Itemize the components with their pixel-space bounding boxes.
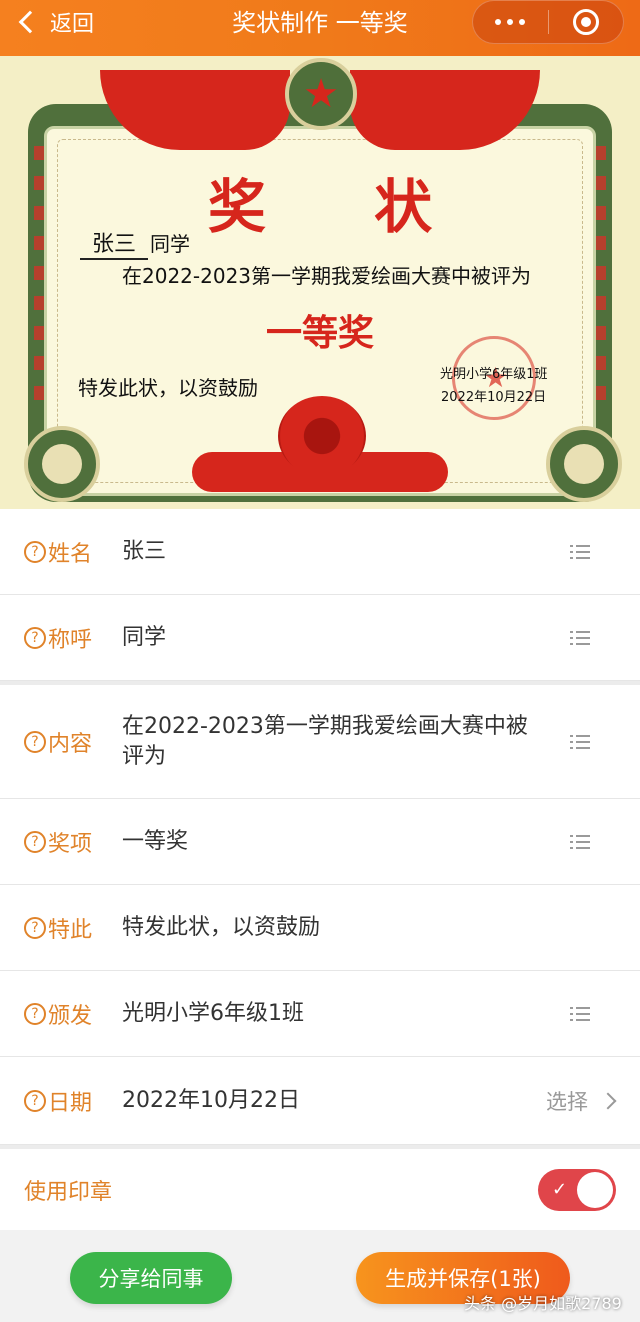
question-circle-icon[interactable]: ? (24, 1002, 46, 1025)
content-label-text: 内容 (48, 731, 93, 757)
target-circle-icon (572, 9, 599, 35)
name-label: ? 姓名 (24, 536, 92, 568)
star-emblem-icon: ★ (285, 58, 357, 130)
certificate-award: 一等奖 (265, 312, 374, 354)
special-label: ? 特此 (24, 912, 92, 944)
date-select-button[interactable]: 选择 (546, 1086, 617, 1116)
question-circle-icon[interactable]: ? (24, 1089, 46, 1112)
list-icon[interactable] (570, 1006, 590, 1021)
form-row-content[interactable]: ? 内容 在2022-2023第一学期我爱绘画大赛中被评为 (0, 681, 640, 799)
nav-header: 返回 奖状制作 一等奖 (0, 0, 640, 56)
form-row-award[interactable]: ? 奖项 一等奖 (0, 799, 640, 885)
question-circle-icon[interactable]: ? (24, 626, 46, 649)
certificate-encourage: 特发此状，以资鼓励 (78, 376, 258, 400)
toggle-knob (577, 1171, 613, 1208)
form-row-address[interactable]: ? 称呼 同学 (0, 595, 640, 681)
check-icon: ✓ (552, 1178, 568, 1200)
issuer-field[interactable]: 光明小学6年级1班 (122, 999, 540, 1029)
award-field[interactable]: 一等奖 (122, 827, 540, 857)
list-icon[interactable] (570, 834, 590, 849)
certificate-preview: ★ 奖 状 张三 同学 在2022-2023第一学期我爱绘画大赛中被评为 一等奖… (0, 56, 640, 509)
seal-toggle[interactable]: ✓ (538, 1168, 616, 1211)
more-dots-icon[interactable] (473, 19, 548, 25)
certificate-issuer: 光明小学6年级1班 (440, 367, 548, 382)
certificate-date: 2022年10月22日 (441, 390, 547, 405)
content-field[interactable]: 在2022-2023第一学期我爱绘画大赛中被评为 (122, 712, 540, 772)
issuer-label: ? 颁发 (24, 998, 92, 1030)
form-row-date[interactable]: ? 日期 2022年10月22日 选择 (0, 1057, 640, 1145)
question-circle-icon[interactable]: ? (24, 540, 46, 563)
certificate-content: 在2022-2023第一学期我爱绘画大赛中被评为 (122, 264, 532, 288)
list-icon[interactable] (570, 734, 590, 749)
name-field[interactable]: 张三 (122, 537, 540, 567)
name-label-text: 姓名 (48, 541, 93, 567)
address-label-text: 称呼 (48, 627, 93, 653)
address-label: ? 称呼 (24, 622, 92, 654)
special-field[interactable]: 特发此状，以资鼓励 (122, 913, 540, 943)
right-corner-medal (546, 426, 622, 502)
special-label-text: 特此 (48, 917, 93, 943)
mini-program-capsule (472, 0, 624, 44)
form-row-seal: 使用印章 ✓ (0, 1145, 640, 1231)
certificate-name: 张三 (80, 226, 148, 260)
form-row-issuer[interactable]: ? 颁发 光明小学6年级1班 (0, 971, 640, 1057)
question-circle-icon[interactable]: ? (24, 730, 46, 753)
award-label-text: 奖项 (48, 831, 93, 857)
chevron-right-icon (599, 1092, 617, 1109)
certificate-form: ? 姓名 张三 ? 称呼 同学 ? 内容 在2022-2023第一学期我爱绘画大… (0, 509, 640, 1231)
date-field[interactable]: 2022年10月22日 (122, 1086, 540, 1116)
list-icon[interactable] (570, 630, 590, 645)
question-circle-icon[interactable]: ? (24, 916, 46, 939)
form-row-special[interactable]: ? 特此 特发此状，以资鼓励 (0, 885, 640, 971)
certificate-address: 同学 (150, 232, 190, 256)
left-corner-medal (24, 426, 100, 502)
close-button[interactable] (549, 9, 624, 35)
award-label: ? 奖项 (24, 826, 92, 858)
question-circle-icon[interactable]: ? (24, 830, 46, 853)
share-button[interactable]: 分享给同事 (70, 1252, 232, 1304)
bottom-action-bar: 分享给同事 生成并保存(1张) 头条 @岁月如歌2789 (0, 1230, 640, 1322)
issuer-label-text: 颁发 (48, 1003, 93, 1029)
list-icon[interactable] (570, 544, 590, 559)
content-label: ? 内容 (24, 726, 92, 758)
seal-label: 使用印章 (24, 1179, 113, 1205)
select-label: 选择 (546, 1089, 588, 1114)
watermark: 头条 @岁月如歌2789 (464, 1294, 622, 1313)
form-row-name[interactable]: ? 姓名 张三 (0, 509, 640, 595)
date-label-text: 日期 (48, 1090, 93, 1116)
date-label: ? 日期 (24, 1085, 92, 1117)
address-field[interactable]: 同学 (122, 623, 540, 653)
peony-flower-icon (278, 396, 366, 476)
